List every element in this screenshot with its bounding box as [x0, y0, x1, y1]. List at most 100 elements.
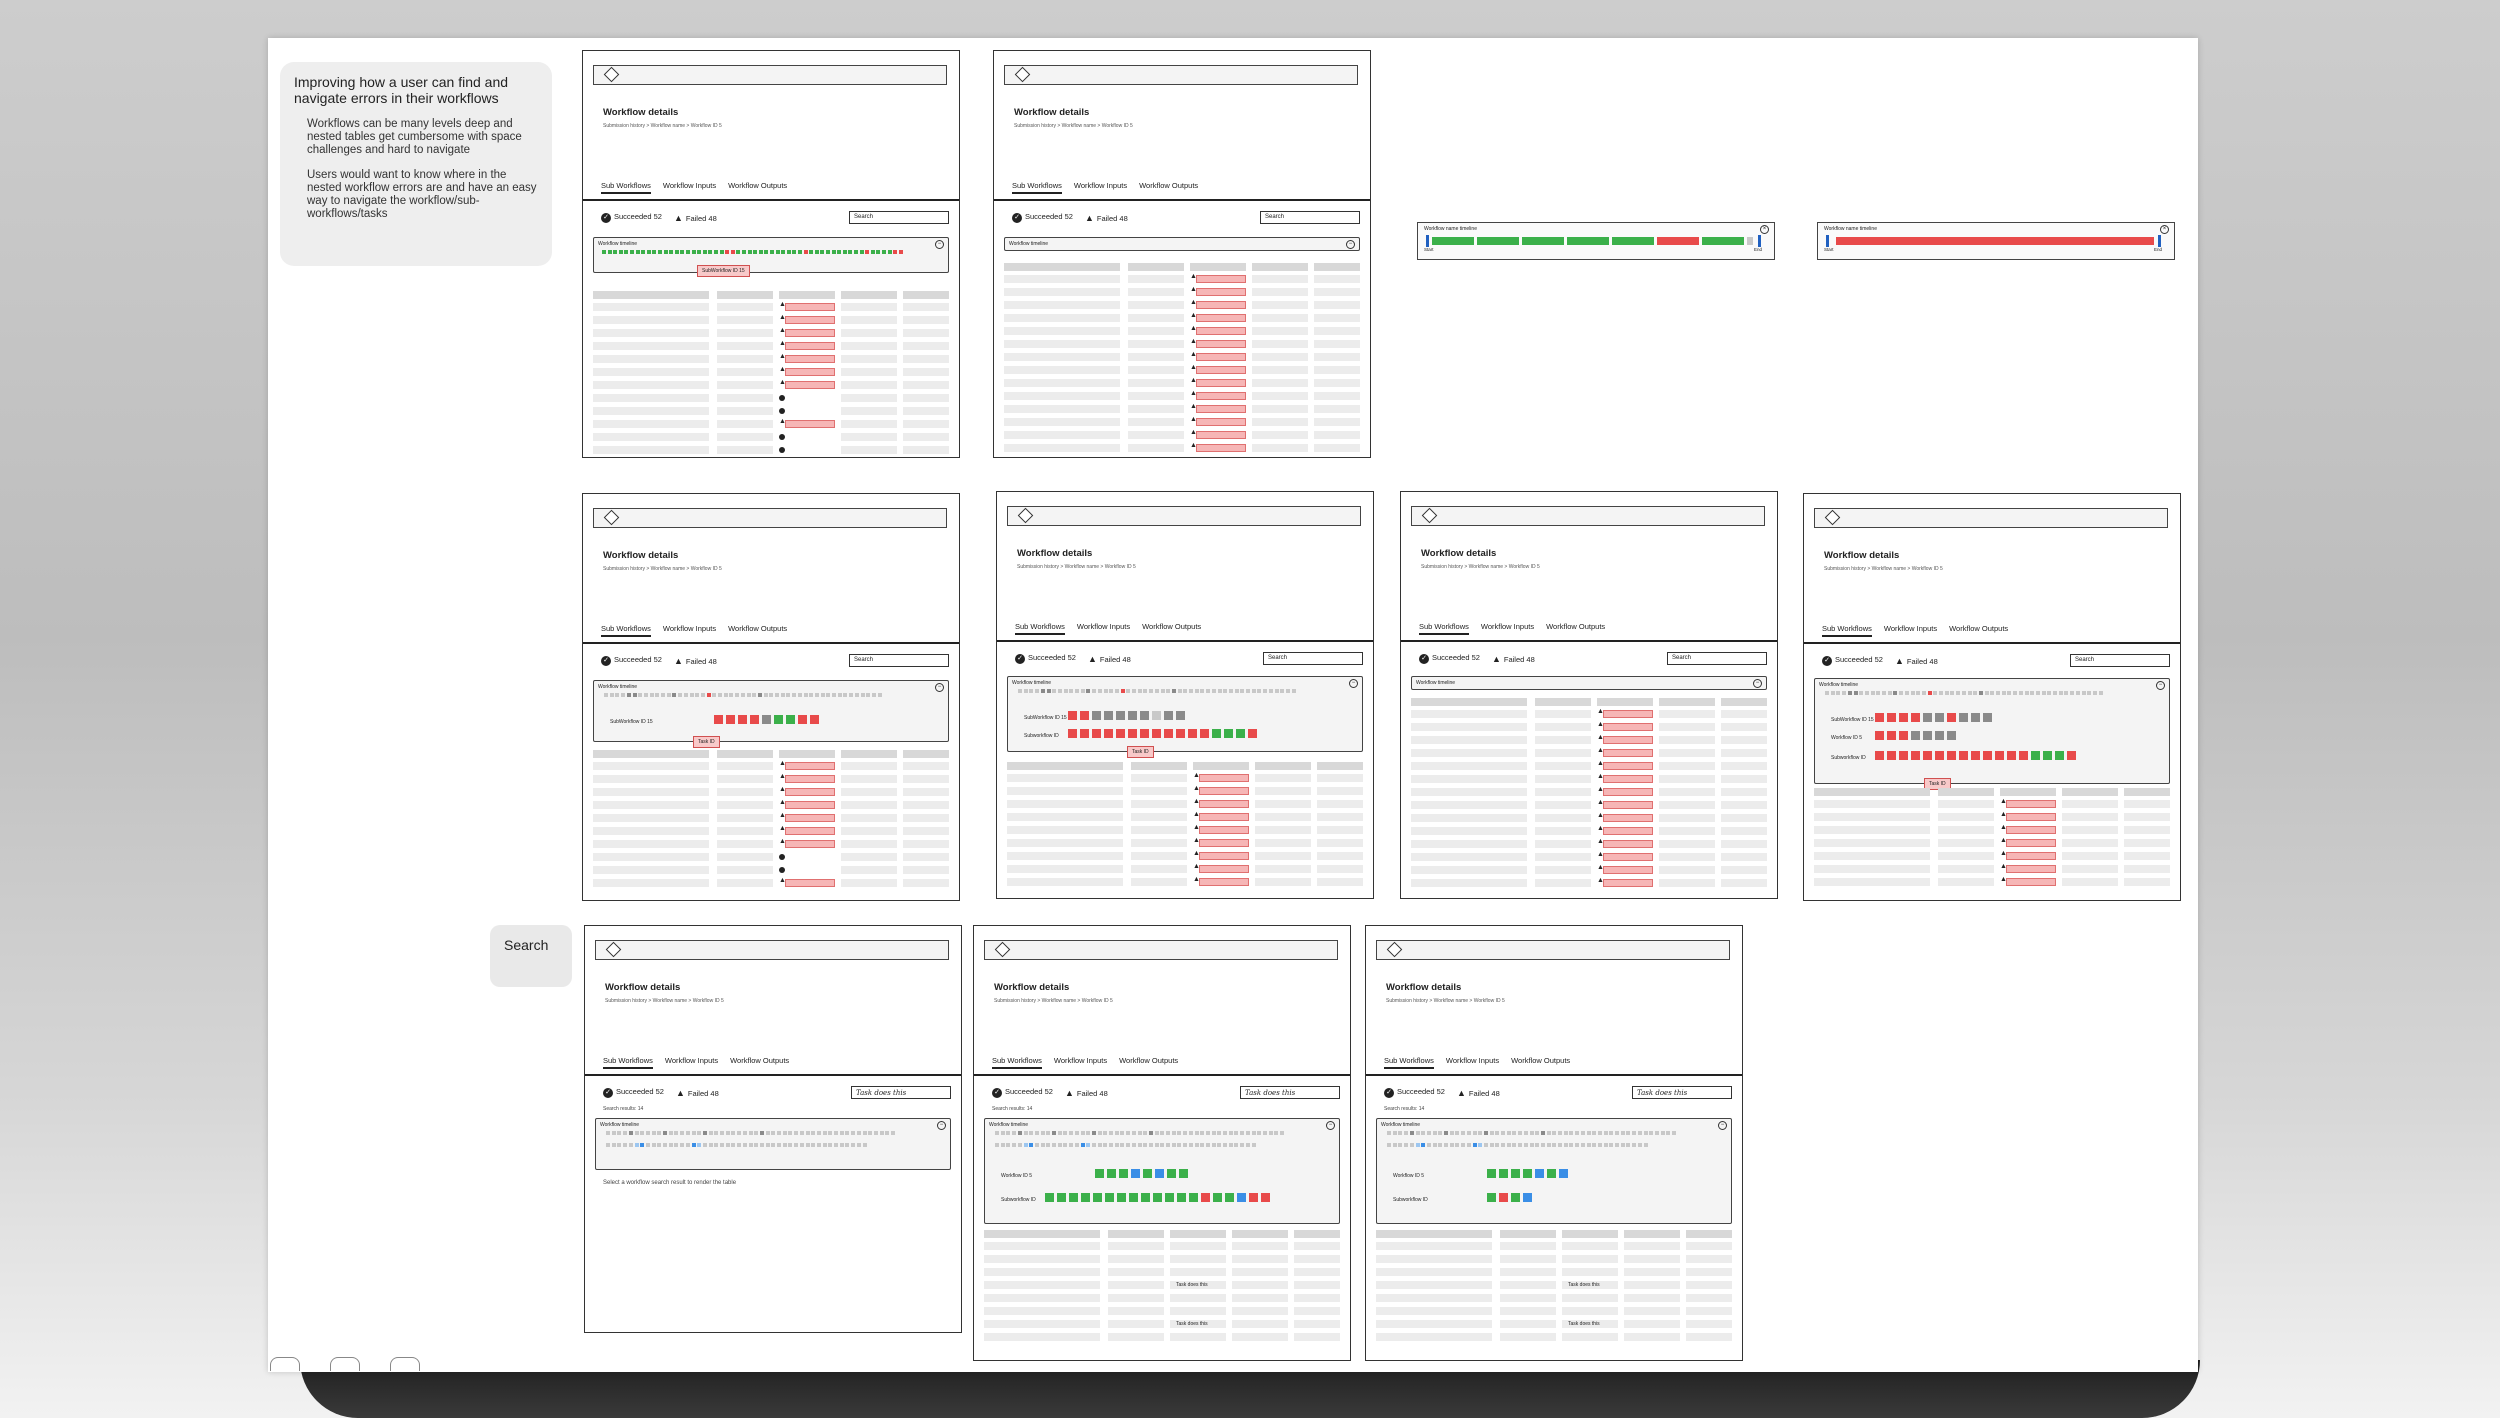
timeline-cell[interactable]	[1620, 1131, 1625, 1135]
collapse-icon[interactable]: −	[935, 683, 944, 692]
timeline-cell[interactable]	[1188, 1143, 1193, 1147]
timeline-cell[interactable]	[1893, 691, 1898, 695]
timeline-cell[interactable]	[742, 1131, 747, 1135]
timeline-cell[interactable]	[742, 250, 746, 254]
timeline-cell[interactable]	[604, 693, 608, 697]
table-row[interactable]: ▲	[593, 760, 949, 771]
tab-workflow-outputs[interactable]: Workflow Outputs	[728, 181, 787, 194]
timeline-cell[interactable]	[1176, 711, 1185, 720]
table-row[interactable]: ▲	[593, 825, 949, 836]
timeline-cell[interactable]	[1268, 1131, 1273, 1135]
timeline-cell[interactable]	[720, 1143, 724, 1147]
timeline-cell[interactable]	[1511, 1169, 1520, 1178]
table-row[interactable]: ▲	[1411, 747, 1767, 758]
timeline-cell[interactable]	[1971, 751, 1980, 760]
timeline-cell[interactable]	[1137, 689, 1142, 693]
timeline-cell[interactable]	[1511, 1193, 1520, 1202]
timeline-cell[interactable]	[1080, 689, 1085, 693]
timeline-cell[interactable]	[1487, 1169, 1496, 1178]
timeline-cell[interactable]	[714, 715, 723, 724]
timeline-cell[interactable]	[797, 693, 802, 697]
timeline-cell[interactable]	[1097, 689, 1102, 693]
timeline-cell[interactable]	[1189, 689, 1193, 693]
table-row[interactable]: ▲	[1007, 850, 1363, 861]
timeline-cell[interactable]	[1057, 1193, 1066, 1202]
failed-count[interactable]: ▲ Failed 48	[674, 213, 717, 223]
timeline-cell[interactable]	[786, 715, 795, 724]
timeline-cell[interactable]	[1466, 1143, 1471, 1147]
table-row[interactable]: ▲	[1004, 351, 1360, 362]
timeline-cell[interactable]	[1899, 731, 1908, 740]
breadcrumb[interactable]: Submission history > Workflow name > Wor…	[1014, 123, 1133, 129]
error-cell[interactable]	[1196, 288, 1246, 296]
timeline-cell[interactable]	[723, 693, 728, 697]
timeline-cell[interactable]	[1597, 1131, 1602, 1135]
timeline-cell[interactable]	[1105, 1193, 1114, 1202]
tab-workflow-outputs[interactable]: Workflow Outputs	[1949, 624, 2008, 637]
timeline-cell[interactable]	[792, 250, 797, 254]
timeline-cell[interactable]	[810, 715, 819, 724]
timeline-cell[interactable]	[1225, 1193, 1234, 1202]
timeline-cell[interactable]	[849, 693, 854, 697]
timeline-cell[interactable]	[1983, 751, 1992, 760]
timeline-cell[interactable]	[1990, 691, 1995, 695]
timeline-cell[interactable]	[1091, 1131, 1096, 1135]
timeline-cell[interactable]	[630, 250, 634, 254]
timeline-cell[interactable]	[1461, 1143, 1466, 1147]
timeline-cell[interactable]	[898, 250, 903, 254]
timeline-cell[interactable]	[1592, 1143, 1597, 1147]
timeline-cell[interactable]	[1240, 1143, 1245, 1147]
timeline-cell[interactable]	[1887, 731, 1896, 740]
timeline-cell[interactable]	[792, 693, 797, 697]
timeline-cell[interactable]	[1268, 689, 1273, 693]
timeline-cell[interactable]	[1081, 1193, 1090, 1202]
table-row[interactable]: ▲	[593, 327, 949, 338]
timeline-cell[interactable]	[1415, 1131, 1420, 1135]
collapse-icon[interactable]: −	[935, 240, 944, 249]
timeline-cell[interactable]	[839, 1131, 844, 1135]
error-cell[interactable]	[1196, 418, 1246, 426]
timeline-cell[interactable]	[1148, 1143, 1153, 1147]
timeline-cell[interactable]	[680, 1143, 685, 1147]
timeline-cell[interactable]	[788, 1143, 793, 1147]
tab-sub-workflows[interactable]: Sub Workflows	[1419, 622, 1469, 635]
timeline-cell[interactable]	[1183, 1131, 1188, 1135]
timeline-cell[interactable]	[891, 1131, 895, 1135]
table-row[interactable]: ▲	[1411, 786, 1767, 797]
timeline-cell[interactable]	[1137, 1131, 1142, 1135]
timeline-cell[interactable]	[702, 1131, 707, 1135]
timeline-cell[interactable]	[794, 1131, 799, 1135]
timeline-cell[interactable]	[1006, 1131, 1011, 1135]
timeline-cell[interactable]	[1095, 1169, 1104, 1178]
error-cell[interactable]	[1199, 813, 1249, 821]
tool-button[interactable]	[330, 1357, 360, 1371]
timeline-cell[interactable]	[2043, 751, 2052, 760]
timeline-cell[interactable]	[1029, 689, 1034, 693]
error-cell[interactable]	[1196, 327, 1246, 335]
timeline-cell[interactable]	[635, 250, 640, 254]
timeline-cell[interactable]	[1432, 1131, 1437, 1135]
timeline-cell[interactable]	[1080, 711, 1089, 720]
timeline-cell[interactable]	[2007, 691, 2012, 695]
tab-sub-workflows[interactable]: Sub Workflows	[603, 1056, 653, 1069]
timeline-cell[interactable]	[1535, 1131, 1540, 1135]
timeline-cell[interactable]	[609, 693, 614, 697]
timeline-cell[interactable]	[663, 1143, 667, 1147]
timeline-cell[interactable]	[1421, 1131, 1426, 1135]
timeline-cell[interactable]	[1075, 689, 1079, 693]
timeline-cell[interactable]	[1120, 1131, 1125, 1135]
error-cell[interactable]	[785, 368, 835, 376]
timeline-cell[interactable]	[2030, 691, 2035, 695]
timeline-cell[interactable]	[1535, 1169, 1544, 1178]
timeline-cell[interactable]	[774, 715, 783, 724]
timeline-cell[interactable]	[1415, 1143, 1420, 1147]
timeline-cell[interactable]	[1097, 1131, 1102, 1135]
timeline-cell[interactable]	[1143, 1143, 1148, 1147]
search-input[interactable]: Task does this	[851, 1086, 951, 1099]
timeline-cell[interactable]	[1609, 1143, 1614, 1147]
timeline-cell[interactable]	[1643, 1143, 1648, 1147]
timeline-cell[interactable]	[1438, 1143, 1443, 1147]
timeline-cell[interactable]	[1177, 1143, 1182, 1147]
timeline-cell[interactable]	[803, 250, 808, 254]
timeline-cell[interactable]	[1911, 713, 1920, 722]
